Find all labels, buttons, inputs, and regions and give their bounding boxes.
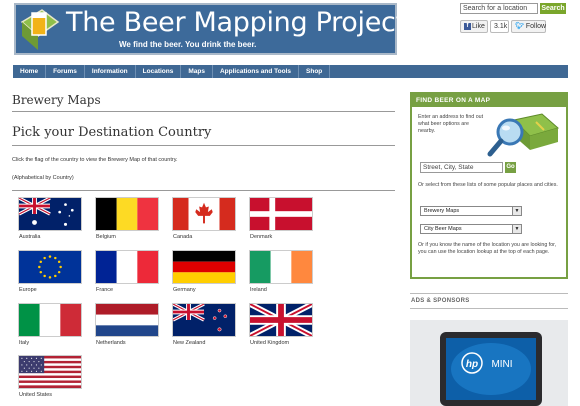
country-united-kingdom[interactable]: United Kingdom bbox=[244, 303, 313, 353]
sort-note: (Alphabetical by Country) bbox=[12, 175, 74, 181]
select-value: City Beer Maps bbox=[424, 226, 462, 232]
search-button[interactable]: Search bbox=[540, 3, 566, 14]
nav-applications-and-tools[interactable]: Applications and Tools bbox=[213, 65, 300, 78]
divider bbox=[410, 293, 568, 294]
panel-footer-text: Or if you know the name of the location … bbox=[418, 242, 557, 255]
country-new-zealand[interactable]: New Zealand bbox=[167, 303, 236, 353]
country-italy[interactable]: Italy bbox=[13, 303, 82, 353]
divider bbox=[410, 308, 568, 309]
instructions-text: Click the flag of the country to view th… bbox=[12, 157, 178, 163]
country-label[interactable]: United States bbox=[19, 392, 52, 398]
select-value: Brewery Maps bbox=[424, 208, 460, 214]
country-germany[interactable]: Germany bbox=[167, 250, 236, 300]
go-button[interactable]: Go bbox=[505, 162, 516, 173]
italy-flag-icon[interactable] bbox=[18, 303, 82, 337]
section-title: Pick your Destination Country bbox=[12, 125, 212, 140]
nav-forums[interactable]: Forums bbox=[46, 65, 85, 78]
united-kingdom-flag-icon[interactable] bbox=[249, 303, 313, 337]
beer-map-logo-icon bbox=[20, 9, 60, 50]
divider bbox=[12, 111, 395, 112]
like-label: Like bbox=[472, 23, 485, 30]
country-label[interactable]: United Kingdom bbox=[250, 340, 289, 346]
canada-flag-icon[interactable] bbox=[172, 197, 236, 231]
ads-heading: ADS & SPONSORS bbox=[411, 298, 470, 304]
chevron-down-icon[interactable]: ▼ bbox=[512, 225, 521, 233]
belgium-flag-icon[interactable] bbox=[95, 197, 159, 231]
ad-product: MINI bbox=[491, 359, 512, 370]
follow-label: Follow bbox=[525, 23, 547, 30]
nav-maps[interactable]: Maps bbox=[181, 65, 213, 78]
facebook-like-button[interactable]: f Like bbox=[460, 20, 488, 33]
site-title: The Beer Mapping Project bbox=[66, 7, 406, 38]
country-label[interactable]: Denmark bbox=[250, 234, 272, 240]
country-label[interactable]: France bbox=[96, 287, 113, 293]
twitter-icon: 🐦︎ bbox=[515, 23, 524, 30]
facebook-icon: f bbox=[464, 22, 471, 30]
nav-information[interactable]: Information bbox=[85, 65, 136, 78]
country-label[interactable]: Belgium bbox=[96, 234, 116, 240]
location-search-input[interactable]: Search for a location bbox=[460, 3, 538, 14]
address-input[interactable]: Street, City, State bbox=[420, 162, 503, 173]
twitter-follow-button[interactable]: 🐦︎ Follow bbox=[511, 20, 546, 33]
germany-flag-icon[interactable] bbox=[172, 250, 236, 284]
brewery-maps-select[interactable]: Brewery Maps ▼ bbox=[420, 206, 522, 216]
map-magnifier-icon bbox=[487, 113, 560, 157]
ireland-flag-icon[interactable] bbox=[249, 250, 313, 284]
country-ireland[interactable]: Ireland bbox=[244, 250, 313, 300]
nav-shop[interactable]: Shop bbox=[299, 65, 331, 78]
country-europe[interactable]: Europe bbox=[13, 250, 82, 300]
country-belgium[interactable]: Belgium bbox=[90, 197, 159, 247]
country-label[interactable]: Germany bbox=[173, 287, 196, 293]
country-australia[interactable]: Australia bbox=[13, 197, 82, 247]
city-beer-maps-select[interactable]: City Beer Maps ▼ bbox=[420, 224, 522, 234]
page-title: Brewery Maps bbox=[12, 93, 101, 107]
country-france[interactable]: France bbox=[90, 250, 159, 300]
country-label[interactable]: Ireland bbox=[250, 287, 267, 293]
netherlands-flag-icon[interactable] bbox=[95, 303, 159, 337]
chevron-down-icon[interactable]: ▼ bbox=[512, 207, 521, 215]
ad-brand: hp bbox=[466, 359, 478, 370]
nav-home[interactable]: Home bbox=[13, 65, 47, 78]
country-label[interactable]: Netherlands bbox=[96, 340, 126, 346]
nav-locations[interactable]: Locations bbox=[136, 65, 182, 78]
panel-lists-text: Or select from these lists of some popul… bbox=[418, 182, 558, 188]
europe-flag-icon[interactable] bbox=[18, 250, 82, 284]
find-beer-panel: FIND BEER ON A MAP Enter an address to f… bbox=[410, 92, 568, 279]
like-count: 3.1k bbox=[490, 20, 509, 33]
panel-intro: Enter an address to find out what beer o… bbox=[418, 114, 484, 134]
new-zealand-flag-icon[interactable] bbox=[172, 303, 236, 337]
country-label[interactable]: Canada bbox=[173, 234, 192, 240]
united-states-flag-icon[interactable] bbox=[18, 355, 82, 389]
country-label[interactable]: New Zealand bbox=[173, 340, 205, 346]
divider bbox=[12, 145, 395, 146]
country-label[interactable]: Italy bbox=[19, 340, 29, 346]
country-united-states[interactable]: United States bbox=[13, 355, 82, 405]
panel-title: FIND BEER ON A MAP bbox=[412, 94, 566, 107]
country-denmark[interactable]: Denmark bbox=[244, 197, 313, 247]
france-flag-icon[interactable] bbox=[95, 250, 159, 284]
country-netherlands[interactable]: Netherlands bbox=[90, 303, 159, 353]
main-nav: Home Forums Information Locations Maps A… bbox=[13, 65, 568, 78]
advertisement[interactable]: hp MINI bbox=[410, 320, 568, 406]
country-label[interactable]: Australia bbox=[19, 234, 40, 240]
denmark-flag-icon[interactable] bbox=[249, 197, 313, 231]
country-canada[interactable]: Canada bbox=[167, 197, 236, 247]
divider bbox=[12, 190, 395, 191]
site-banner[interactable]: The Beer Mapping Project We find the bee… bbox=[14, 3, 406, 55]
country-label[interactable]: Europe bbox=[19, 287, 37, 293]
laptop-ad-image: hp MINI bbox=[410, 320, 568, 406]
australia-flag-icon[interactable] bbox=[18, 197, 82, 231]
site-tagline: We find the beer. You drink the beer. bbox=[119, 40, 257, 49]
